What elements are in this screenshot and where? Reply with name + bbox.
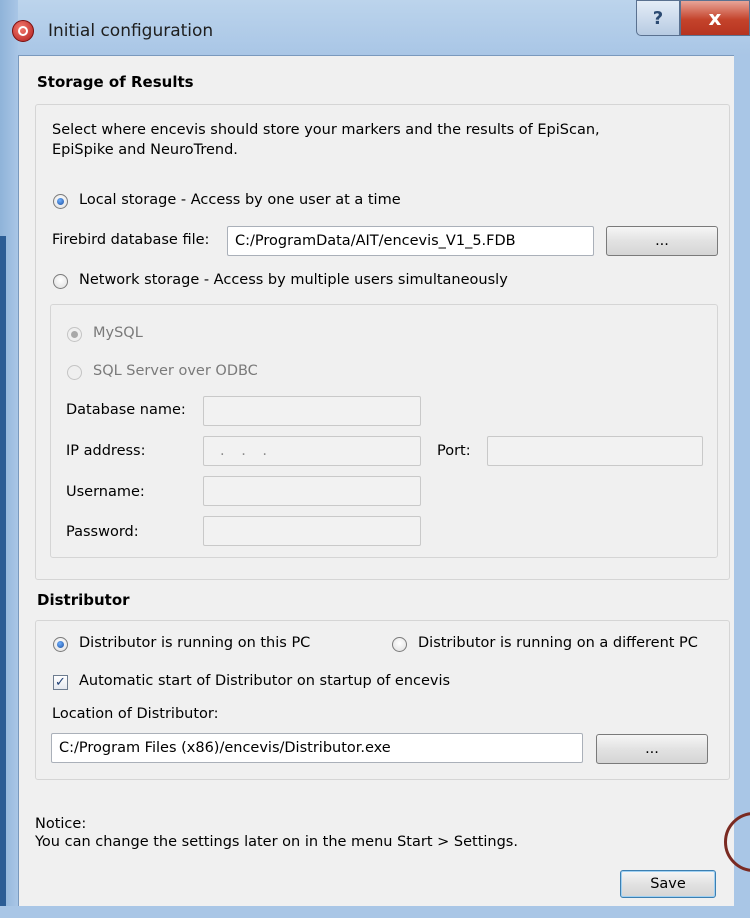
distributor-other-pc-label[interactable]: Distributor is running on a different PC [418, 635, 698, 651]
username-input[interactable] [203, 476, 421, 506]
distributor-heading: Distributor [37, 591, 130, 609]
local-storage-label[interactable]: Local storage - Access by one user at a … [79, 192, 401, 208]
firebird-file-label: Firebird database file: [52, 232, 210, 248]
storage-description-line2: EpiSpike and NeuroTrend. [52, 142, 238, 158]
distributor-browse-button[interactable]: ... [596, 734, 708, 764]
port-input[interactable] [487, 436, 703, 466]
password-input[interactable] [203, 516, 421, 546]
sqlserver-label[interactable]: SQL Server over ODBC [93, 363, 258, 379]
sqlserver-radio[interactable] [67, 365, 82, 380]
distributor-this-pc-radio[interactable] [53, 637, 68, 652]
window-frame-right [734, 55, 750, 906]
help-button[interactable]: ? [636, 0, 680, 36]
storage-description-line1: Select where encevis should store your m… [52, 122, 600, 138]
username-label: Username: [66, 484, 145, 500]
window-title: Initial configuration [48, 21, 214, 41]
distributor-location-input[interactable]: C:/Program Files (x86)/encevis/Distribut… [51, 733, 583, 763]
firebird-browse-button[interactable]: ... [606, 226, 718, 256]
ip-address-input[interactable]: . . . [203, 436, 421, 466]
mysql-label[interactable]: MySQL [93, 325, 143, 341]
distributor-other-pc-radio[interactable] [392, 637, 407, 652]
notice-heading: Notice: [35, 816, 87, 832]
notice-text: You can change the settings later on in … [35, 834, 518, 850]
close-button[interactable]: x [680, 0, 750, 36]
distributor-location-label: Location of Distributor: [52, 706, 219, 722]
save-button[interactable]: Save [620, 870, 716, 898]
window-frame-left [0, 0, 18, 918]
network-storage-label[interactable]: Network storage - Access by multiple use… [79, 272, 508, 288]
password-label: Password: [66, 524, 139, 540]
distributor-this-pc-label[interactable]: Distributor is running on this PC [79, 635, 310, 651]
ip-address-label: IP address: [66, 443, 146, 459]
autostart-checkbox[interactable]: ✓ [53, 675, 68, 690]
autostart-label[interactable]: Automatic start of Distributor on startu… [79, 673, 450, 689]
local-storage-radio[interactable] [53, 194, 68, 209]
database-name-input[interactable] [203, 396, 421, 426]
window-frame-bottom [0, 906, 750, 918]
database-name-label: Database name: [66, 402, 186, 418]
port-label: Port: [437, 443, 471, 459]
storage-heading: Storage of Results [37, 73, 194, 91]
firebird-file-input[interactable]: C:/ProgramData/AIT/encevis_V1_5.FDB [227, 226, 594, 256]
app-icon [12, 20, 34, 42]
network-storage-radio[interactable] [53, 274, 68, 289]
mysql-radio[interactable] [67, 327, 82, 342]
